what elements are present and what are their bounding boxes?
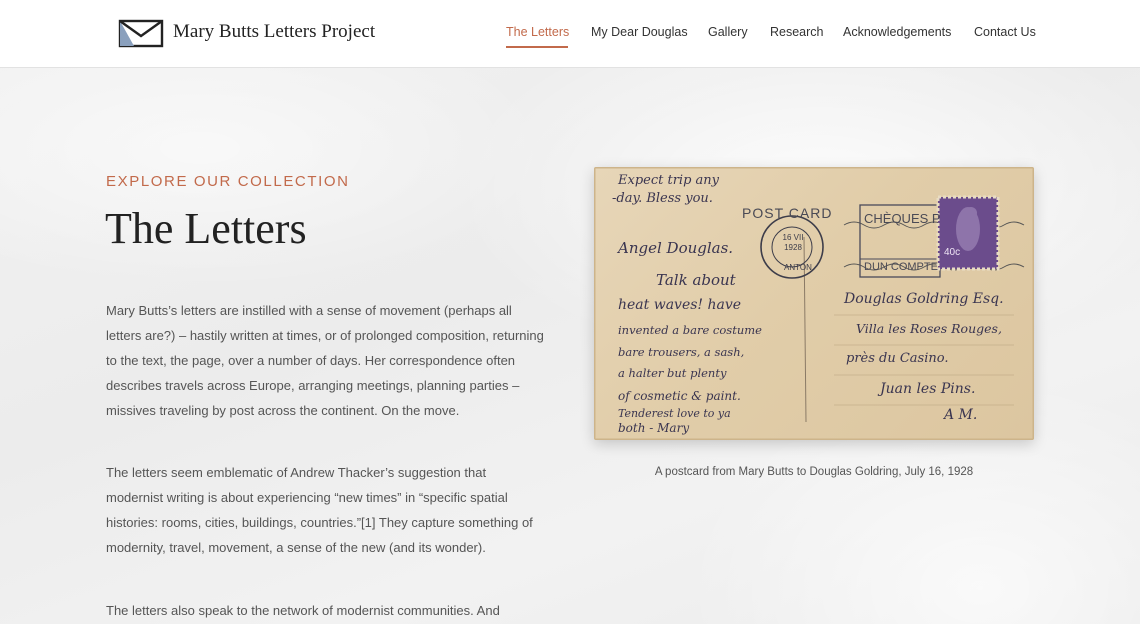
postcard-handwriting-line: heat waves! have <box>618 297 742 313</box>
postcard-image[interactable]: Expect trip any -day. Bless you. Angel D… <box>594 167 1034 440</box>
postcard-printed-title: POST CARD <box>742 205 833 221</box>
stamp-value: 40c <box>944 247 961 258</box>
nav-item-contact-us[interactable]: Contact Us <box>974 25 1036 39</box>
intro-paragraph-3: The letters also speak to the network of… <box>106 603 500 618</box>
intro-paragraph-1: Mary Butts’s letters are instilled with … <box>106 303 544 418</box>
postcard-address-line: Juan les Pins. <box>880 381 976 397</box>
postcard-address-line: près du Casino. <box>846 351 949 366</box>
cancel-text: CHÈQUES P <box>864 211 941 226</box>
postcard-handwriting-line: Tenderest love to ya <box>618 407 731 420</box>
cancel-text-2: DUN COMPTE <box>864 261 938 273</box>
postcard-address-line: Villa les Roses Rouges, <box>856 321 1002 336</box>
page-title: The Letters <box>105 204 307 253</box>
postcard-caption: A postcard from Mary Butts to Douglas Go… <box>654 466 974 478</box>
site-header: Mary Butts Letters Project The Letters M… <box>0 0 1140 68</box>
postcard-handwriting-line: invented a bare costume <box>618 323 762 337</box>
postcard-address-line: Douglas Goldring Esq. <box>844 291 1004 307</box>
postcard-handwriting-line: bare trousers, a sash, <box>618 345 745 359</box>
nav-item-the-letters[interactable]: The Letters <box>506 25 569 39</box>
intro-paragraph-2: The letters seem emblematic of Andrew Th… <box>106 465 533 555</box>
site-title[interactable]: Mary Butts Letters Project <box>173 21 375 43</box>
nav-item-my-dear-douglas[interactable]: My Dear Douglas <box>591 25 688 39</box>
postcard-handwriting-line: both - Mary <box>618 421 690 435</box>
postcard-handwriting-line: a halter but plenty <box>618 366 727 380</box>
nav-item-gallery[interactable]: Gallery <box>708 25 748 39</box>
postcard-handwriting-line: Talk about <box>656 271 736 289</box>
postmark-date: 16 VII 1928 <box>782 233 804 252</box>
nav-item-research[interactable]: Research <box>770 25 824 39</box>
stamp-icon <box>936 195 1000 271</box>
postcard-handwriting-line: Expect trip any <box>618 173 719 188</box>
postcard-address-line: A M. <box>944 407 978 423</box>
postcard-handwriting-line: Angel Douglas. <box>618 239 734 257</box>
postcard-handwriting-line: of cosmetic & paint. <box>618 389 741 403</box>
postcard-handwriting-line: -day. Bless you. <box>612 191 713 206</box>
envelope-logo-icon[interactable] <box>118 18 164 48</box>
nav-item-acknowledgements[interactable]: Acknowledgements <box>843 25 951 39</box>
active-nav-underline <box>506 46 568 48</box>
section-eyebrow: EXPLORE OUR COLLECTION <box>106 173 350 190</box>
postmark-place: ANTON <box>784 263 812 272</box>
